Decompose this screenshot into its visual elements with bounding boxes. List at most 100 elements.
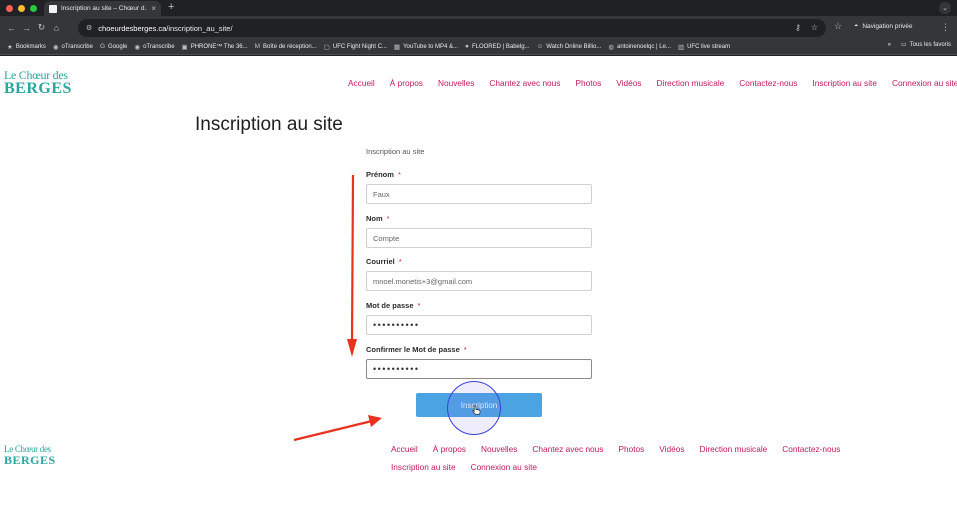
- nav-link[interactable]: Contactez-nous: [739, 78, 797, 88]
- forward-arrow-icon[interactable]: →: [19, 23, 34, 33]
- back-arrow-icon[interactable]: ←: [4, 23, 19, 33]
- field-mot-de-passe: Mot de passe *: [366, 301, 592, 310]
- bookmark-favicon-icon: ▣: [181, 43, 188, 51]
- url-path: /inscription_au_site/: [166, 23, 233, 33]
- bookmark-label: Boîte de réception...: [263, 43, 317, 50]
- annotation-arrow-down: [347, 174, 357, 357]
- bookmarks-overflow-icon[interactable]: »: [888, 42, 891, 48]
- footer-logo[interactable]: Le Chœur des BERGES: [4, 445, 56, 467]
- bookmark-item[interactable]: ● FLOORED | Babelg...: [465, 43, 530, 50]
- courriel-input[interactable]: mnoel.monetis+3@gmail.com: [366, 271, 592, 291]
- url-domain: choeurdesberges.ca: [98, 23, 167, 33]
- site-info-icon[interactable]: ⚙: [86, 24, 92, 32]
- bookmark-item[interactable]: G Google: [100, 43, 127, 50]
- nav-link[interactable]: Accueil: [391, 444, 418, 454]
- bookmark-label: oTranscribe: [143, 43, 175, 50]
- bookmark-item[interactable]: ☺ Watch Online Billio...: [537, 43, 602, 50]
- nav-link[interactable]: Accueil: [348, 78, 375, 88]
- all-bookmarks-folder[interactable]: ▭ Tous les favoris: [901, 41, 951, 49]
- field-label: Courriel *: [366, 257, 402, 266]
- nav-link[interactable]: Inscription au site: [391, 462, 456, 472]
- nav-link[interactable]: Nouvelles: [481, 444, 517, 454]
- site-logo[interactable]: Le Chœur des BERGES: [4, 69, 72, 97]
- bookmark-favicon-icon: ●: [465, 43, 469, 50]
- browser-tab[interactable]: Inscription au site – Chœur d... ×: [44, 1, 161, 16]
- incognito-label: Navigation privée: [862, 23, 913, 30]
- reload-icon[interactable]: ↻: [34, 22, 49, 33]
- nav-link[interactable]: Vidéos: [659, 444, 684, 454]
- nom-input[interactable]: Compte: [366, 228, 592, 248]
- close-window-button[interactable]: [6, 4, 13, 12]
- browser-menu-icon[interactable]: ⋮: [941, 22, 950, 33]
- url-text: choeurdesberges.ca/inscription_au_site/: [98, 24, 232, 33]
- header-nav: Accueil À propos Nouvelles Chantez avec nou…: [348, 78, 957, 88]
- bookmark-label: Google: [108, 43, 128, 50]
- bookmark-item[interactable]: ◉ oTranscribe: [53, 43, 93, 51]
- bookmark-item[interactable]: ▦ YouTube to MP4 &...: [394, 43, 458, 51]
- nav-link[interactable]: À propos: [390, 78, 423, 88]
- nav-link[interactable]: Photos: [575, 78, 601, 88]
- minimize-window-button[interactable]: [18, 4, 25, 12]
- nav-link[interactable]: Photos: [618, 444, 644, 454]
- registration-form: Inscription au site Prénom * Faux Nom * Co…: [366, 147, 592, 379]
- tab-title: Inscription au site – Chœur d...: [61, 5, 148, 12]
- password-key-icon[interactable]: ⚷: [795, 23, 801, 32]
- field-label: Prénom *: [366, 170, 401, 179]
- field-label: Mot de passe *: [366, 301, 421, 310]
- bookmark-favicon-icon: ▥: [677, 43, 685, 51]
- home-icon[interactable]: ⌂: [49, 23, 64, 33]
- nav-link[interactable]: Chantez avec nous: [532, 444, 603, 454]
- nav-link[interactable]: Contactez-nous: [782, 444, 840, 454]
- bookmark-item[interactable]: ▢ UFC Fight Night C...: [324, 43, 387, 51]
- field-label: Nom *: [366, 214, 390, 223]
- nav-link[interactable]: Direction musicale: [700, 444, 768, 454]
- nav-link[interactable]: Inscription au site: [812, 78, 877, 88]
- prenom-input[interactable]: Faux: [366, 184, 592, 204]
- all-bookmarks-label: Tous les favoris: [909, 41, 951, 48]
- incognito-icon: ◓: [854, 23, 859, 30]
- bookmark-favicon-icon: ☺: [536, 43, 544, 50]
- tab-close-icon[interactable]: ×: [151, 4, 156, 13]
- field-prenom: Prénom *: [366, 170, 592, 179]
- incognito-indicator[interactable]: ◓ Navigation privée: [850, 21, 917, 32]
- bookmark-favicon-icon: ◉: [52, 43, 59, 51]
- bookmark-star-icon[interactable]: ☆: [811, 23, 818, 32]
- field-confirm-password: Confirmer le Mot de passe *: [366, 345, 592, 354]
- nav-link[interactable]: Connexion au site: [892, 78, 957, 88]
- bookmark-item[interactable]: ▥ UFC live stream: [678, 43, 730, 51]
- nav-link[interactable]: Vidéos: [616, 78, 641, 88]
- footer-nav: Accueil À propos Nouvelles Chantez avec nou…: [391, 444, 931, 472]
- toolbar-right: ☆ ◓ Navigation privée: [834, 21, 917, 32]
- tab-search-chevron-icon[interactable]: ⌄: [939, 2, 951, 14]
- nav-link[interactable]: Direction musicale: [657, 78, 725, 88]
- nav-link[interactable]: À propos: [433, 444, 466, 454]
- bookmark-item[interactable]: ◉ oTranscribe: [134, 43, 174, 51]
- bookmarks-sidepanel-icon[interactable]: ☆: [834, 21, 842, 32]
- bookmark-item[interactable]: ▣ PHRONE™ The 36...: [182, 43, 248, 51]
- field-courriel: Courriel *: [366, 257, 592, 266]
- confirm-password-input[interactable]: ••••••••••: [366, 359, 592, 379]
- bookmark-label: Bookmarks: [15, 43, 46, 50]
- bookmark-label: UFC live stream: [687, 43, 731, 50]
- bookmark-favicon-icon: ◍: [608, 43, 614, 51]
- bookmarks-bar-right: » ▭ Tous les favoris: [888, 41, 951, 49]
- address-bar[interactable]: ⚙ choeurdesberges.ca/inscription_au_site…: [78, 19, 826, 37]
- bookmark-favicon-icon: M: [254, 43, 261, 50]
- field-nom: Nom *: [366, 214, 592, 223]
- password-input[interactable]: ••••••••••: [366, 315, 592, 335]
- new-tab-button[interactable]: +: [168, 1, 174, 13]
- annotation-arrow-right: [293, 415, 382, 442]
- logo-line2: BERGES: [4, 80, 72, 97]
- bookmark-item[interactable]: M Boîte de réception...: [255, 43, 317, 50]
- bookmark-item[interactable]: ★ Bookmarks: [7, 43, 46, 51]
- bookmark-favicon-icon: ▢: [323, 43, 330, 51]
- bookmark-favicon-icon: G: [99, 43, 106, 50]
- nav-link[interactable]: Nouvelles: [438, 78, 474, 88]
- field-label: Confirmer le Mot de passe *: [366, 345, 467, 354]
- nav-link[interactable]: Connexion au site: [471, 462, 537, 472]
- bookmark-label: oTranscribe: [61, 43, 93, 50]
- bookmark-item[interactable]: ◍ antoinenoelqc | Le...: [608, 43, 671, 51]
- nav-link[interactable]: Chantez avec nous: [489, 78, 560, 88]
- bookmark-favicon-icon: ◉: [134, 43, 141, 51]
- maximize-window-button[interactable]: [30, 4, 37, 12]
